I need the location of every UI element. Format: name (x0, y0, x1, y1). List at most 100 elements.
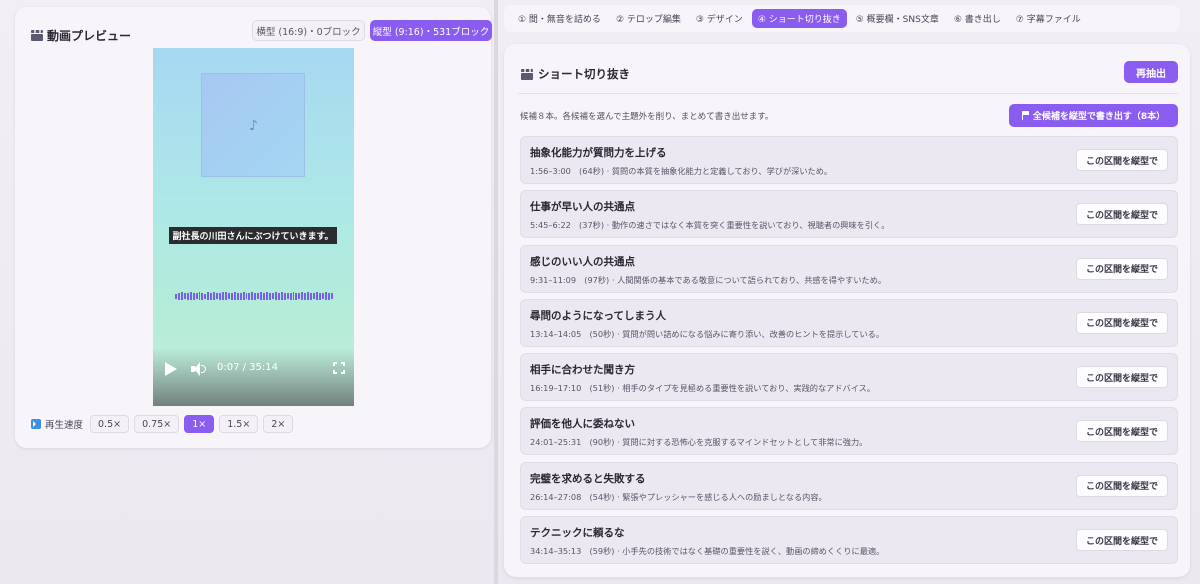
preview-title: 動画プレビュー (47, 29, 132, 43)
subtitle-caption: 副社長の川田さんにぶつけていきます。 (169, 227, 337, 244)
candidate-item[interactable]: 尋問のようになってしまう人 13:14–14:05 (50秒) · 質問が問い詰め… (520, 298, 1178, 347)
waveform-bar (175, 293, 177, 299)
candidate-item[interactable]: 仕事が早い人の共通点 5:45–6:22 (37秒) · 動作の速さではなく本質を… (520, 190, 1178, 239)
export-all-label: 全候補を縦型で書き出す（8本） (1032, 112, 1166, 122)
export-segment-vertical-button[interactable]: この区間を縦型で (1076, 203, 1168, 226)
playback-speed-label: 再生速度 (45, 420, 84, 431)
waveform-bar (222, 292, 224, 300)
waveform-bar (318, 292, 321, 300)
waveform-bar (269, 292, 271, 300)
export-segment-vertical-button[interactable]: この区間を縦型で (1076, 149, 1168, 171)
waveform-bar (271, 293, 274, 299)
candidate-meta: 9:31–11:09 (97秒) · 人間関係の基本である敬意について語られてお… (530, 274, 887, 285)
volume-icon[interactable] (191, 362, 207, 376)
export-segment-vertical-button[interactable]: この区間を縦型で (1076, 366, 1168, 389)
speed-option[interactable]: 2× (263, 415, 294, 433)
waveform-bar (195, 293, 198, 299)
tab-telop-edit[interactable]: ② テロップ編集 (610, 9, 687, 28)
waveform-bar (216, 293, 219, 299)
candidate-item[interactable]: 評価を他人に委ねない 24:01–25:31 (90秒) · 質問に対する恐怖心を… (520, 407, 1178, 456)
tab-description-sns[interactable]: ⑤ 概要欄・SNS文章 (850, 9, 945, 28)
candidate-meta: 13:14–14:05 (50秒) · 質問が問い詰めになる悩みに寄り添い、改善… (530, 328, 885, 339)
tab-short-clips[interactable]: ④ ショート切り抜き (751, 9, 847, 28)
candidate-summary: 候補８本。各候補を選んで主題外を削り、まとめて書き出せます。 (520, 112, 774, 122)
waveform-bar (189, 292, 192, 300)
speed-option[interactable]: 0.5× (90, 415, 130, 433)
export-segment-vertical-button[interactable]: この区間を縦型で (1076, 311, 1168, 334)
export-segment-vertical-button[interactable]: この区間を縦型で (1076, 257, 1168, 280)
waveform-bar (239, 292, 242, 300)
candidate-item[interactable]: 完璧を求めると失敗する 26:14–27:08 (54秒) · 緊張やプレッシャー… (520, 461, 1178, 510)
playback-speed-icon (31, 419, 41, 429)
candidate-title: 抽象化能力が質問力を上げる (530, 147, 667, 159)
waveform-bar (321, 293, 324, 299)
short-clips-panel: ショート切り抜き 再抽出 候補８本。各候補を選んで主題外を削り、まとめて書き出せ… (504, 44, 1190, 577)
waveform-bar (327, 292, 330, 300)
candidate-item[interactable]: 相手に合わせた聞き方 16:19–17:10 (51秒) · 相手のタイプを見極め… (520, 353, 1178, 402)
preview-title-row: 動画プレビュー (31, 27, 131, 44)
candidate-title: テクニックに頼るな (530, 527, 625, 540)
waveform-bar (213, 292, 216, 300)
speed-option-selected[interactable]: 1× (184, 415, 215, 433)
waveform-bar (227, 293, 230, 299)
waveform-bar (298, 293, 301, 299)
export-segment-vertical-button[interactable]: この区間を縦型で (1076, 474, 1168, 497)
waveform-bar (283, 292, 286, 300)
audio-waveform (175, 291, 333, 301)
candidate-title: 感じのいい人の共通点 (530, 255, 635, 268)
short-clips-title-row: ショート切り抜き (521, 66, 630, 82)
fullscreen-icon[interactable] (333, 362, 345, 374)
tab-design[interactable]: ③ デザイン (690, 9, 749, 28)
step-tabs: ① 間・無音を詰める ② テロップ編集 ③ デザイン ④ ショート切り抜き ⑤ … (504, 5, 1180, 32)
video-player[interactable]: ♪ 副社長の川田さんにぶつけていきます。 0:07 / 35:14 (153, 48, 354, 406)
waveform-bar (198, 292, 201, 300)
candidate-title: 評価を他人に委ねない (530, 418, 635, 431)
waveform-bar (274, 292, 277, 300)
preview-header: 動画プレビュー 横型 (16:9)・0ブロック 縦型 (9:16)・531ブロッ… (31, 20, 492, 50)
waveform-bar (286, 293, 289, 299)
waveform-bar (324, 292, 327, 300)
playback-speed-row: 再生速度 0.5× 0.75× 1× 1.5× 2× (31, 415, 298, 433)
player-controls: 0:07 / 35:14 (153, 348, 354, 406)
flag-icon (1021, 111, 1030, 120)
export-all-vertical-button[interactable]: 全候補を縦型で書き出す（8本） (1009, 104, 1178, 127)
music-note-icon: ♪ (249, 118, 258, 134)
waveform-bar (310, 292, 313, 300)
tab-export[interactable]: ⑥ 書き出し (948, 9, 1007, 28)
candidate-meta: 34:14–35:13 (59秒) · 小手先の技術ではなく基礎の重要性を説く、… (530, 546, 885, 557)
candidate-title: 尋問のようになってしまう人 (530, 309, 666, 322)
waveform-bar (260, 292, 263, 300)
clapperboard-icon (31, 30, 43, 41)
candidate-list: 抽象化能力が質問力を上げる 1:56–3:00 (64秒) · 質問の本質を抽象化… (520, 136, 1178, 570)
speed-option[interactable]: 0.75× (134, 415, 180, 433)
candidate-title: 完璧を求めると失敗する (530, 472, 646, 485)
candidate-meta: 24:01–25:31 (90秒) · 質問に対する恐怖心を克服するマインドセッ… (530, 437, 868, 448)
speed-option[interactable]: 1.5× (219, 415, 259, 433)
waveform-bar (277, 292, 280, 300)
waveform-bar (210, 292, 213, 300)
waveform-bar (201, 292, 204, 300)
panel-splitter[interactable] (494, 0, 498, 584)
landscape-mode-button[interactable]: 横型 (16:9)・0ブロック (252, 20, 365, 41)
waveform-bar (292, 292, 295, 300)
waveform-bar (316, 292, 318, 300)
reextract-button[interactable]: 再抽出 (1124, 61, 1178, 83)
waveform-bar (219, 292, 221, 300)
candidate-item[interactable]: 抽象化能力が質問力を上げる 1:56–3:00 (64秒) · 質問の本質を抽象化… (520, 136, 1178, 184)
candidate-item[interactable]: テクニックに頼るな 34:14–35:13 (59秒) · 小手先の技術ではなく基… (520, 516, 1178, 565)
waveform-bar (233, 292, 236, 300)
portrait-mode-button[interactable]: 縦型 (9:16)・531ブロック (370, 20, 492, 41)
waveform-bar (263, 292, 266, 300)
tab-silence-trim[interactable]: ① 間・無音を詰める (512, 9, 607, 28)
tab-subtitle-file[interactable]: ⑦ 字幕ファイル (1010, 9, 1087, 28)
export-segment-vertical-button[interactable]: この区間を縦型で (1076, 420, 1168, 443)
waveform-bar (242, 292, 245, 300)
candidate-item[interactable]: 感じのいい人の共通点 9:31–11:09 (97秒) · 人間関係の基本である敬… (520, 244, 1178, 293)
waveform-bar (207, 292, 210, 300)
play-icon[interactable] (165, 362, 177, 376)
export-segment-vertical-button[interactable]: この区間を縦型で (1076, 529, 1168, 552)
waveform-bar (301, 292, 304, 300)
waveform-bar (289, 292, 292, 300)
waveform-bar (192, 292, 195, 300)
waveform-bar (295, 292, 298, 300)
